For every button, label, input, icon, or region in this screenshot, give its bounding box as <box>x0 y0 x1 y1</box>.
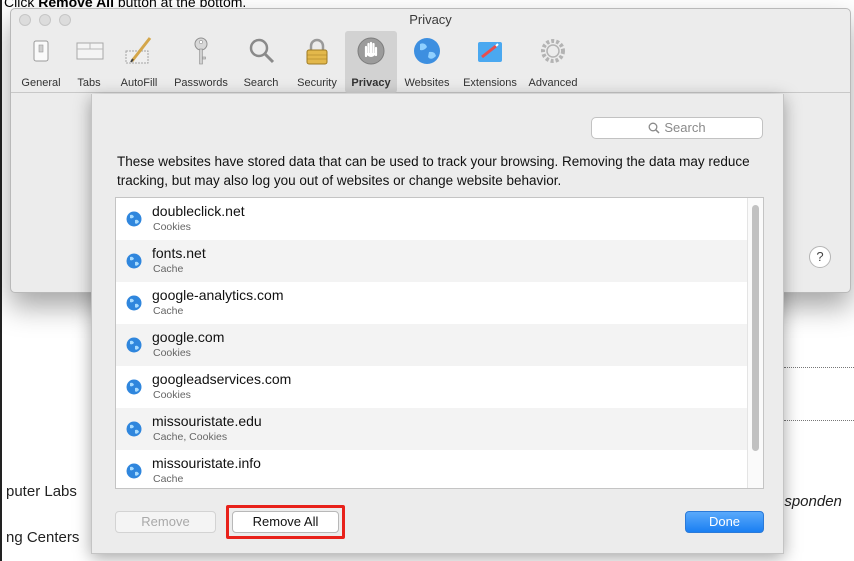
list-item[interactable]: google.com Cookies <box>116 324 763 366</box>
website-name: googleadservices.com <box>152 371 292 387</box>
description-text: These websites have stored data that can… <box>117 154 750 188</box>
globe-icon <box>126 295 142 311</box>
lock-icon <box>306 38 328 65</box>
window-titlebar: Privacy <box>11 9 850 31</box>
puzzle-icon <box>478 42 502 62</box>
instruction-caption: Click Remove All button at the bottom. <box>4 0 246 8</box>
globe-icon <box>126 211 142 227</box>
background-link-learning-centers[interactable]: ng Centers <box>6 529 79 546</box>
background-text-correspondence: esponden <box>776 493 842 510</box>
globe-icon <box>126 253 142 269</box>
key-icon <box>194 37 208 65</box>
zoom-window-button[interactable] <box>59 14 71 26</box>
tab-tabs-label: Tabs <box>77 77 101 89</box>
tab-passwords-label: Passwords <box>174 77 228 89</box>
close-window-button[interactable] <box>19 14 31 26</box>
tab-autofill[interactable]: AutoFill <box>111 31 167 93</box>
minimize-window-button[interactable] <box>39 14 51 26</box>
website-name: google.com <box>152 329 225 345</box>
hand-icon <box>357 37 385 65</box>
tab-general-label: General <box>21 77 61 89</box>
tab-privacy-label: Privacy <box>351 77 391 89</box>
website-data-type: Cache, Cookies <box>153 431 228 443</box>
tab-security[interactable]: Security <box>289 31 345 93</box>
website-data-type: Cache <box>153 263 184 275</box>
autofill-icon <box>125 37 152 64</box>
website-name: google-analytics.com <box>152 287 284 303</box>
website-name: missouristate.info <box>152 455 261 471</box>
background-divider <box>784 420 854 421</box>
scrollbar-thumb[interactable] <box>752 205 759 451</box>
remove-all-button[interactable]: Remove All <box>232 511 339 533</box>
tab-advanced[interactable]: Advanced <box>523 31 583 93</box>
window-title: Privacy <box>409 12 452 27</box>
list-item[interactable]: google-analytics.com Cache <box>116 282 763 324</box>
help-button[interactable]: ? <box>809 246 831 268</box>
list-scrollbar[interactable] <box>747 198 763 488</box>
website-name: fonts.net <box>152 245 206 261</box>
tab-security-label: Security <box>297 77 337 89</box>
website-data-type: Cache <box>153 305 184 317</box>
tab-websites-label: Websites <box>404 77 450 89</box>
tab-extensions[interactable]: Extensions <box>457 31 523 93</box>
caption-suffix: button at the bottom. <box>113 0 247 8</box>
tabs-icon <box>76 42 104 60</box>
search-placeholder: Search <box>664 120 706 135</box>
preferences-toolbar: General Tabs AutoFill Passwords Search S… <box>11 31 850 93</box>
globe-icon <box>126 421 142 437</box>
tab-search[interactable]: Search <box>235 31 287 93</box>
done-button[interactable]: Done <box>685 511 764 533</box>
tab-tabs[interactable]: Tabs <box>69 31 109 93</box>
list-item[interactable]: missouristate.edu Cache, Cookies <box>116 408 763 450</box>
tab-privacy[interactable]: Privacy <box>345 31 397 93</box>
list-item[interactable]: missouristate.info Cache <box>116 450 763 488</box>
tab-websites[interactable]: Websites <box>399 31 455 93</box>
website-name: missouristate.edu <box>152 413 262 429</box>
globe-icon <box>126 337 142 353</box>
list-item[interactable]: googleadservices.com Cookies <box>116 366 763 408</box>
tab-extensions-label: Extensions <box>463 77 517 89</box>
website-list[interactable]: doubleclick.net Cookies fonts.net Cache goog… <box>115 197 764 489</box>
general-icon <box>33 40 49 62</box>
website-data-type: Cache <box>153 473 184 485</box>
list-item[interactable]: doubleclick.net Cookies <box>116 198 763 240</box>
globe-icon <box>126 463 142 479</box>
website-data-type: Cookies <box>153 389 191 401</box>
website-name: doubleclick.net <box>152 203 245 219</box>
website-data-type: Cookies <box>153 347 191 359</box>
tab-autofill-label: AutoFill <box>120 77 158 89</box>
tab-general[interactable]: General <box>15 31 67 93</box>
search-field[interactable]: Search <box>591 117 763 139</box>
list-item[interactable]: fonts.net Cache <box>116 240 763 282</box>
website-data-sheet: Search These websites have stored data t… <box>91 94 784 554</box>
background-divider <box>784 367 854 368</box>
caption-prefix: Click <box>4 0 39 8</box>
tab-search-label: Search <box>243 77 279 89</box>
background-link-computer-labs[interactable]: puter Labs <box>6 483 77 500</box>
tab-advanced-label: Advanced <box>528 77 578 89</box>
search-icon <box>249 38 275 64</box>
remove-button[interactable]: Remove <box>115 511 216 533</box>
caption-bold: Remove All <box>38 0 114 8</box>
background-edge <box>0 0 2 561</box>
tab-passwords[interactable]: Passwords <box>169 31 233 93</box>
gear-icon <box>541 39 565 63</box>
search-icon <box>648 122 660 134</box>
globe-icon <box>126 379 142 395</box>
globe-icon <box>414 38 440 64</box>
website-data-type: Cookies <box>153 221 191 233</box>
